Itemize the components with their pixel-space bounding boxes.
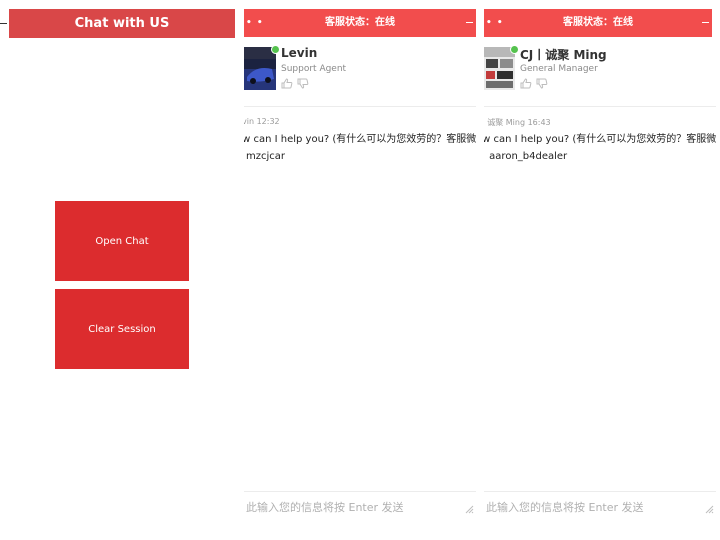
rating-controls (281, 78, 309, 89)
resize-handle-icon[interactable] (465, 505, 474, 514)
input-placeholder: 此输入您的信息将按 Enter 发送 (246, 501, 404, 514)
message-meta: vin 12:32 (244, 117, 280, 126)
launcher-title-bar: Chat with US (0, 9, 235, 38)
message-meta: | 诚聚 Ming 16:43 (484, 118, 551, 127)
clear-session-button[interactable]: Clear Session (55, 289, 189, 369)
message-input[interactable]: 此输入您的信息将按 Enter 发送 (484, 491, 716, 540)
agent-card: CJ丨诚聚 Ming General Manager (484, 44, 712, 100)
agent-role: General Manager (520, 64, 598, 74)
minimize-icon[interactable] (466, 22, 473, 23)
launcher-title: Chat with US (74, 16, 170, 31)
chat-header: • • 客服状态：在线 (484, 9, 712, 37)
open-chat-label: Open Chat (95, 235, 149, 247)
agent-name: Levin (281, 46, 318, 60)
message-text-line-2: ：mzcjcar (244, 151, 286, 162)
agent-name: CJ丨诚聚 Ming (520, 48, 607, 62)
agent-role: Support Agent (281, 64, 347, 74)
clear-session-label: Clear Session (88, 323, 156, 335)
rating-controls (520, 78, 548, 89)
minimize-icon[interactable] (702, 22, 709, 23)
thumbs-up-icon[interactable] (281, 78, 293, 89)
avatar (484, 45, 519, 90)
divider (484, 106, 716, 107)
online-status-icon (510, 45, 519, 54)
header-dots-icon: • • (246, 18, 264, 28)
agent-avatar-image (484, 47, 515, 90)
thumbs-down-icon[interactable] (536, 78, 548, 89)
online-status-icon (271, 45, 280, 54)
message-text-line-2: ： aaron_b4dealer (484, 151, 568, 162)
resize-handle-icon[interactable] (705, 505, 714, 514)
chat-window-levin: • • 客服状态：在线 Levin Support Agent vin 12:3… (244, 0, 476, 540)
chat-launcher-panel: Chat with US Open Chat Clear Session (0, 0, 240, 540)
header-dots-icon: • • (486, 18, 504, 28)
input-placeholder: 此输入您的信息将按 Enter 发送 (486, 501, 644, 514)
agent-avatar-image (244, 47, 276, 90)
thumbs-down-icon[interactable] (297, 78, 309, 89)
agent-card: Levin Support Agent (244, 44, 472, 100)
avatar (244, 45, 280, 90)
chat-window-ming: • • 客服状态：在线 CJ丨诚聚 Ming General Manager |… (484, 0, 720, 540)
chat-header: • • 客服状态：在线 (244, 9, 476, 37)
service-status: 客服状态：在线 (563, 17, 633, 28)
message-text-line-1: ow can I help you? (有什么可以为您效劳的？客服微 (484, 134, 717, 145)
edge-line (0, 23, 7, 24)
thumbs-up-icon[interactable] (520, 78, 532, 89)
service-status: 客服状态：在线 (325, 17, 395, 28)
open-chat-button[interactable]: Open Chat (55, 201, 189, 281)
message-text-line-1: ow can I help you? (有什么可以为您效劳的？客服微 (244, 134, 476, 145)
divider (244, 106, 476, 107)
message-input[interactable]: 此输入您的信息将按 Enter 发送 (244, 491, 476, 540)
